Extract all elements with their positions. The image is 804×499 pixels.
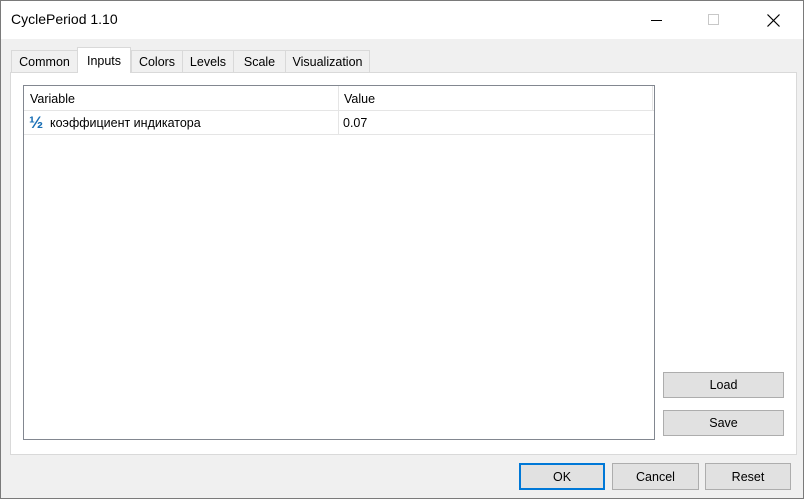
inputs-grid: Variable Value ½ коэффициент индикатора …: [23, 85, 655, 440]
column-header-variable[interactable]: Variable: [24, 86, 338, 111]
column-header-value[interactable]: Value: [339, 86, 653, 111]
cancel-button[interactable]: Cancel: [612, 463, 699, 490]
maximize-button[interactable]: [691, 1, 737, 39]
maximize-icon: [708, 14, 719, 25]
grid-header: Variable Value: [24, 86, 654, 111]
tab-label: Levels: [189, 54, 227, 69]
title-bar[interactable]: CyclePeriod 1.10: [1, 1, 803, 39]
variable-name: коэффициент индикатора: [50, 115, 201, 130]
window-title: CyclePeriod 1.10: [11, 11, 118, 27]
tab-label: Colors: [138, 54, 176, 69]
tab-common[interactable]: Common: [11, 50, 78, 72]
close-icon: [766, 13, 780, 27]
tab-inputs[interactable]: Inputs: [77, 47, 131, 73]
reset-button[interactable]: Reset: [705, 463, 791, 490]
table-row[interactable]: ½ коэффициент индикатора 0.07: [24, 111, 654, 135]
close-button[interactable]: [750, 1, 796, 39]
button-label: OK: [552, 469, 572, 484]
variable-value: 0.07: [343, 115, 368, 130]
minimize-icon: [651, 20, 662, 21]
tab-colors[interactable]: Colors: [131, 50, 183, 72]
dialog-window: CyclePeriod 1.10 Common Inputs Colors Le…: [0, 0, 804, 499]
button-label: Load: [709, 378, 738, 392]
tab-label: Inputs: [86, 53, 122, 68]
value-cell[interactable]: 0.07: [339, 111, 653, 134]
tab-scale[interactable]: Scale: [233, 50, 286, 72]
tab-levels[interactable]: Levels: [182, 50, 234, 72]
tab-label: Visualization: [292, 54, 363, 69]
fraction-icon: ½: [29, 112, 44, 132]
inputs-panel: Variable Value ½ коэффициент индикатора …: [10, 72, 797, 455]
column-label: Value: [344, 91, 376, 106]
tab-label: Scale: [243, 54, 276, 69]
save-button[interactable]: Save: [663, 410, 784, 436]
ok-button[interactable]: OK: [519, 463, 605, 490]
button-label: Cancel: [636, 469, 675, 484]
variable-cell: ½ коэффициент индикатора: [24, 111, 338, 134]
column-label: Variable: [30, 91, 75, 106]
column-divider: [652, 86, 653, 111]
button-label: Save: [709, 416, 738, 430]
load-button[interactable]: Load: [663, 372, 784, 398]
tab-visualization[interactable]: Visualization: [285, 50, 370, 72]
button-label: Reset: [731, 469, 765, 484]
tab-label: Common: [19, 54, 70, 69]
minimize-button[interactable]: [634, 1, 680, 39]
